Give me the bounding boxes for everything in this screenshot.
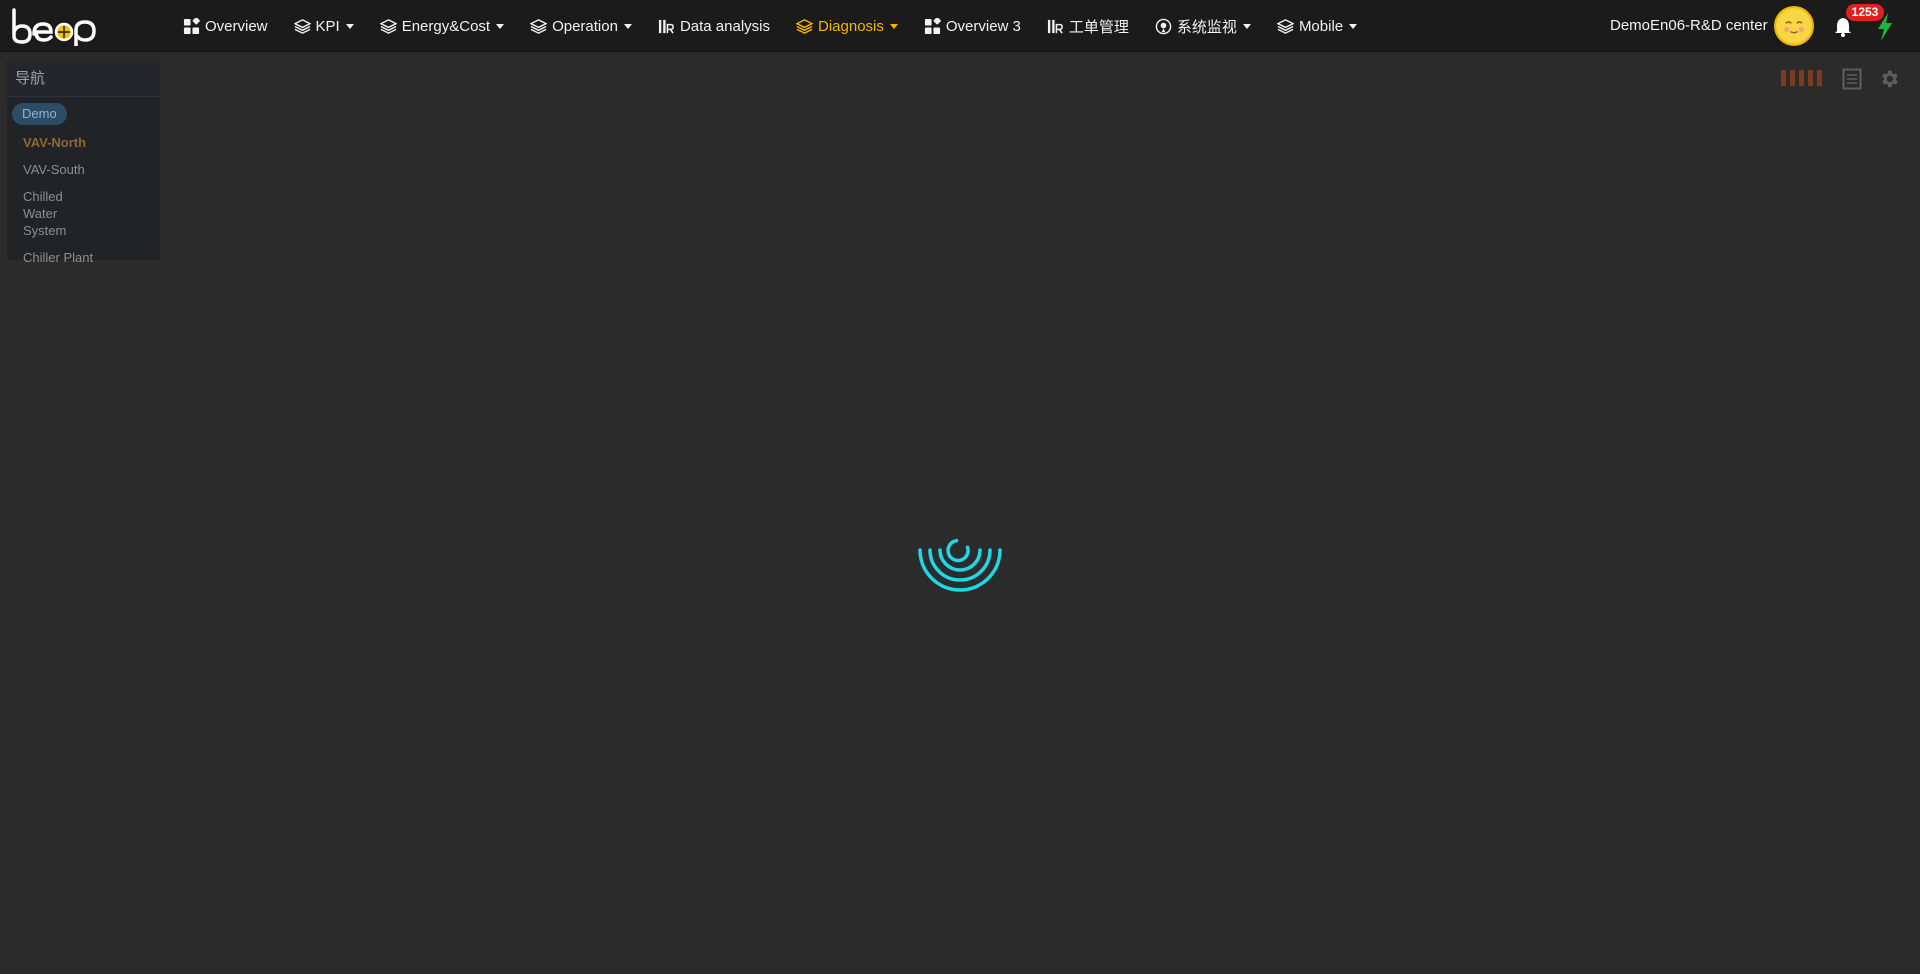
caret-down-icon — [496, 23, 505, 29]
layers-icon — [379, 18, 397, 35]
document-icon[interactable] — [1842, 68, 1862, 90]
caret-down-icon — [623, 23, 632, 29]
nav-item-overview-3[interactable]: Overview 3 — [911, 0, 1034, 52]
lightning-icon[interactable] — [1874, 12, 1896, 42]
user-name[interactable]: DemoEn06-R&D center — [1610, 17, 1768, 34]
navigation-sidebar: 导航 Demo VAV-North VAV-South Chilled Water … — [7, 61, 160, 265]
nav-item-kpi[interactable]: KPI — [281, 0, 367, 52]
sidebar-title: 导航 — [7, 61, 160, 97]
nav-item-overview[interactable]: Overview — [170, 0, 281, 52]
nav-item-data-analysis[interactable]: Data analysis — [645, 0, 783, 52]
layers-icon — [293, 18, 311, 35]
caret-down-icon — [1349, 23, 1358, 29]
sidebar-item-chiller-plant[interactable]: Chiller Plant — [7, 244, 160, 271]
nav-item-label: Energy&Cost — [401, 17, 491, 35]
nav-item-label: Mobile — [1298, 17, 1344, 35]
analysis-icon — [1047, 18, 1064, 35]
beep-logo[interactable]: beep — [10, 6, 102, 46]
nav-item-operation[interactable]: Operation — [517, 0, 645, 52]
nav-item-系统监视[interactable]: 系统监视 — [1142, 0, 1264, 52]
caret-down-icon — [345, 23, 354, 29]
nav-item-label: Operation — [552, 17, 618, 35]
nav-item-energy-cost[interactable]: Energy&Cost — [367, 0, 517, 52]
column-layout-icon[interactable] — [1781, 68, 1825, 88]
top-bar: beep Overview KPI Energy&Cost Operation Data… — [0, 0, 1920, 52]
nav-item-label: KPI — [315, 17, 340, 35]
monitor-icon — [1155, 18, 1172, 35]
nav-item-label: Diagnosis — [818, 17, 884, 35]
sidebar-list: VAV-North VAV-South Chilled Water System Ch… — [7, 129, 160, 271]
nav-item-label: Overview 3 — [945, 17, 1021, 35]
nav-item-label: Data analysis — [679, 17, 770, 35]
nav-item-label: 系统监视 — [1176, 18, 1237, 36]
nav-item-工单管理[interactable]: 工单管理 — [1034, 0, 1142, 52]
dashboard-icon — [924, 17, 941, 35]
nav-item-mobile[interactable]: Mobile — [1264, 0, 1370, 52]
user-avatar[interactable] — [1774, 6, 1814, 46]
analysis-icon — [658, 18, 675, 35]
main-nav: Overview KPI Energy&Cost Operation Data anal… — [170, 0, 1370, 52]
nav-item-diagnosis[interactable]: Diagnosis — [783, 0, 911, 52]
loading-spinner-icon — [918, 538, 1002, 592]
nav-item-label: Overview — [205, 17, 268, 35]
sidebar-item-chilled-water-system[interactable]: Chilled Water System — [7, 183, 107, 244]
dashboard-icon — [183, 17, 200, 35]
nav-item-label: 工单管理 — [1068, 18, 1129, 36]
layers-icon — [1276, 18, 1294, 35]
settings-gear-icon[interactable] — [1878, 68, 1900, 90]
sidebar-item-vav-north[interactable]: VAV-North — [7, 129, 160, 156]
layers-icon — [530, 18, 548, 35]
layers-icon — [796, 18, 813, 35]
caret-down-icon — [889, 23, 898, 29]
project-tag-demo[interactable]: Demo — [12, 103, 67, 125]
caret-down-icon — [1242, 23, 1251, 29]
sidebar-item-vav-south[interactable]: VAV-South — [7, 156, 160, 183]
